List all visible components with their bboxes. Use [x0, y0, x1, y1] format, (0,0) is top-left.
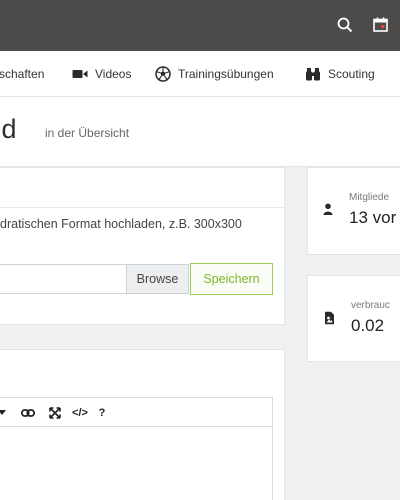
page-title: nd — [0, 114, 18, 144]
stat-value: 0.02 — [351, 316, 385, 335]
file-icon — [324, 311, 335, 330]
main-nav: schaften Videos Trainingsübungen Scoutin… — [0, 51, 400, 97]
upload-card — [0, 167, 285, 325]
nav-item-mannschaften[interactable]: schaften — [0, 51, 44, 97]
stat-label: verbrauc — [351, 300, 390, 311]
nav-item-scouting[interactable]: Scouting — [305, 51, 375, 97]
nav-item-trainingsuebungen[interactable]: Trainingsübungen — [155, 51, 274, 97]
save-button[interactable]: Speichern — [190, 263, 273, 295]
help-icon[interactable]: ? — [97, 405, 107, 421]
soccer-ball-icon — [155, 66, 171, 82]
video-camera-icon — [72, 70, 88, 78]
calendar-icon[interactable] — [372, 16, 390, 34]
nav-item-videos[interactable]: Videos — [72, 51, 131, 97]
page-subtitle: in der Übersicht — [45, 126, 130, 140]
nav-item-label: schaften — [0, 67, 45, 81]
top-bar — [0, 0, 400, 51]
search-icon[interactable] — [336, 16, 354, 34]
file-input[interactable] — [0, 264, 126, 294]
stat-label: Mitgliede — [349, 192, 390, 203]
nav-item-label: Trainingsübungen — [178, 67, 274, 81]
binoculars-icon — [306, 68, 320, 81]
editor-toolbar — [0, 397, 273, 427]
upload-hint: dratischen Format hochladen, z.B. 300x30… — [0, 217, 242, 231]
editor-text-area[interactable] — [0, 427, 273, 500]
link-icon[interactable] — [20, 405, 36, 421]
nav-item-label: Videos — [95, 67, 132, 81]
card-divider — [0, 207, 284, 208]
fullscreen-icon[interactable] — [48, 405, 62, 421]
user-icon — [323, 202, 333, 220]
nav-item-label: Scouting — [328, 67, 375, 81]
caret-down-icon[interactable] — [0, 405, 8, 421]
code-icon[interactable]: </> — [71, 405, 89, 421]
stat-value: 13 vor — [349, 208, 397, 227]
browse-button[interactable]: Browse — [126, 264, 189, 294]
